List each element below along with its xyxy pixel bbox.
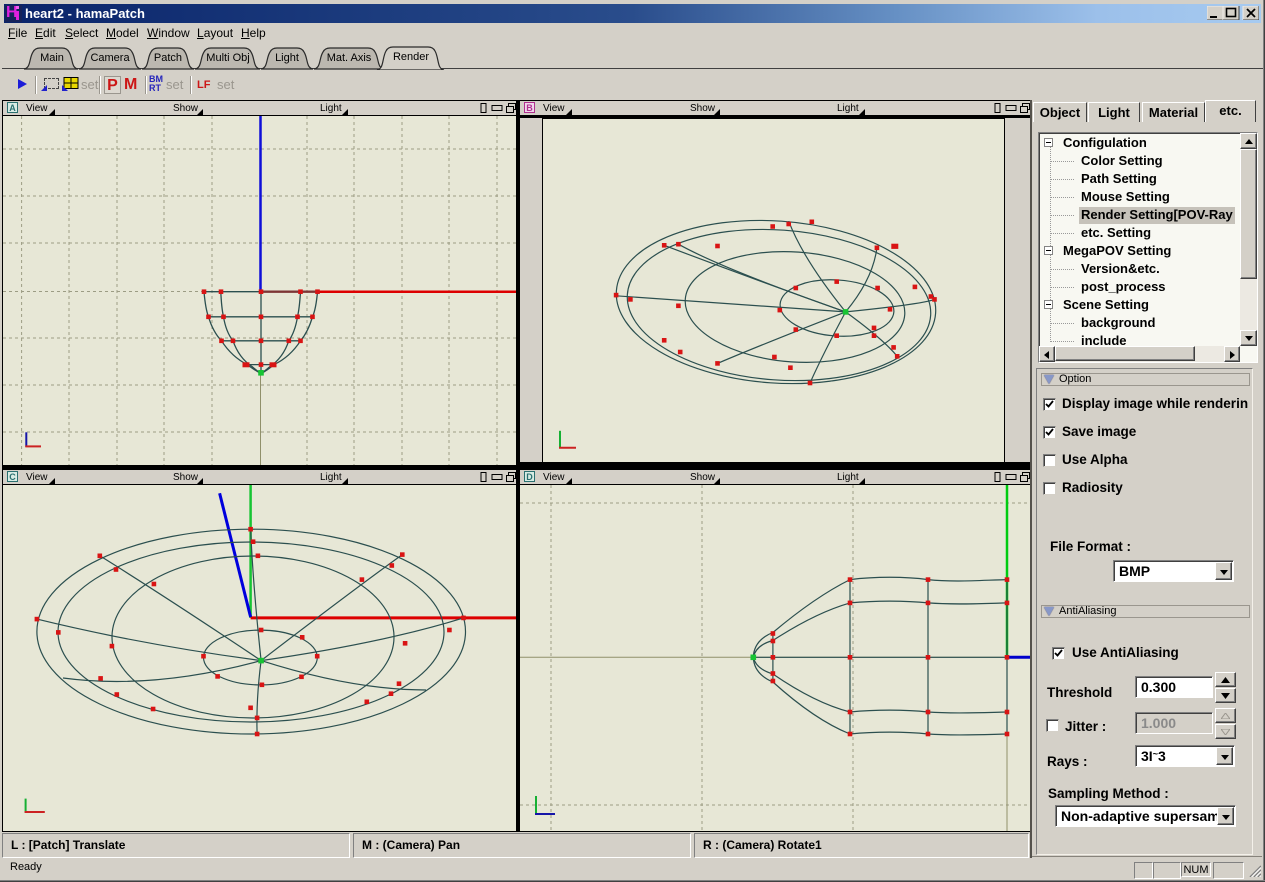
svg-text:Mat. Axis: Mat. Axis: [327, 52, 372, 64]
svg-text:Patch: Patch: [154, 52, 182, 64]
svg-text:Light: Light: [275, 52, 299, 64]
svg-text:Multi Obj: Multi Obj: [206, 52, 249, 64]
svg-text:Camera: Camera: [90, 52, 130, 64]
svg-text:Main: Main: [40, 52, 64, 64]
svg-text:Render: Render: [393, 51, 429, 63]
